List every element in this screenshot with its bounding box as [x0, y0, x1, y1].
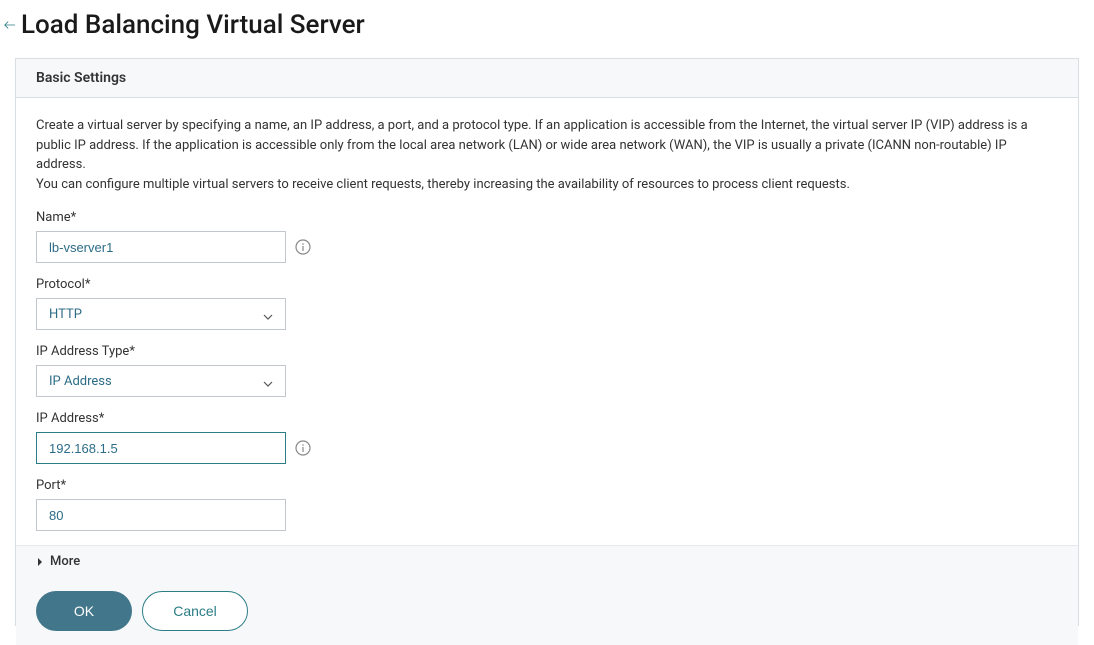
port-form-group: Port* [36, 478, 1058, 531]
page-header: Load Balancing Virtual Server [0, 10, 1079, 40]
ip-address-label: IP Address* [36, 411, 1058, 426]
caret-right-icon [36, 557, 44, 567]
port-input[interactable] [36, 499, 286, 531]
button-bar: OK Cancel [16, 577, 1078, 645]
protocol-label: Protocol* [36, 277, 1058, 292]
description-line2: You can configure multiple virtual serve… [36, 177, 850, 192]
more-section[interactable]: More [16, 545, 1078, 577]
info-icon[interactable] [294, 238, 312, 256]
back-arrow-icon[interactable] [0, 14, 15, 36]
ip-address-type-form-group: IP Address Type* IP Address [36, 344, 1058, 397]
panel-header: Basic Settings [16, 59, 1078, 98]
name-label: Name* [36, 210, 1058, 225]
description-line1: Create a virtual server by specifying a … [36, 118, 1028, 172]
chevron-down-icon [263, 309, 273, 319]
protocol-form-group: Protocol* HTTP [36, 277, 1058, 330]
protocol-select[interactable]: HTTP [36, 298, 286, 330]
page-title: Load Balancing Virtual Server [21, 10, 365, 40]
ok-button[interactable]: OK [36, 591, 132, 631]
basic-settings-panel: Basic Settings Create a virtual server b… [15, 58, 1079, 626]
chevron-down-icon [263, 376, 273, 386]
port-label: Port* [36, 478, 1058, 493]
ip-address-type-value: IP Address [49, 374, 112, 389]
info-icon[interactable] [294, 439, 312, 457]
ip-address-type-label: IP Address Type* [36, 344, 1058, 359]
name-input[interactable] [36, 231, 286, 263]
cancel-button[interactable]: Cancel [142, 591, 248, 631]
ip-address-type-select[interactable]: IP Address [36, 365, 286, 397]
panel-description: Create a virtual server by specifying a … [36, 116, 1058, 194]
name-form-group: Name* [36, 210, 1058, 263]
ip-address-input[interactable] [36, 432, 286, 464]
ip-address-form-group: IP Address* [36, 411, 1058, 464]
more-label: More [50, 554, 80, 569]
protocol-value: HTTP [49, 307, 82, 322]
